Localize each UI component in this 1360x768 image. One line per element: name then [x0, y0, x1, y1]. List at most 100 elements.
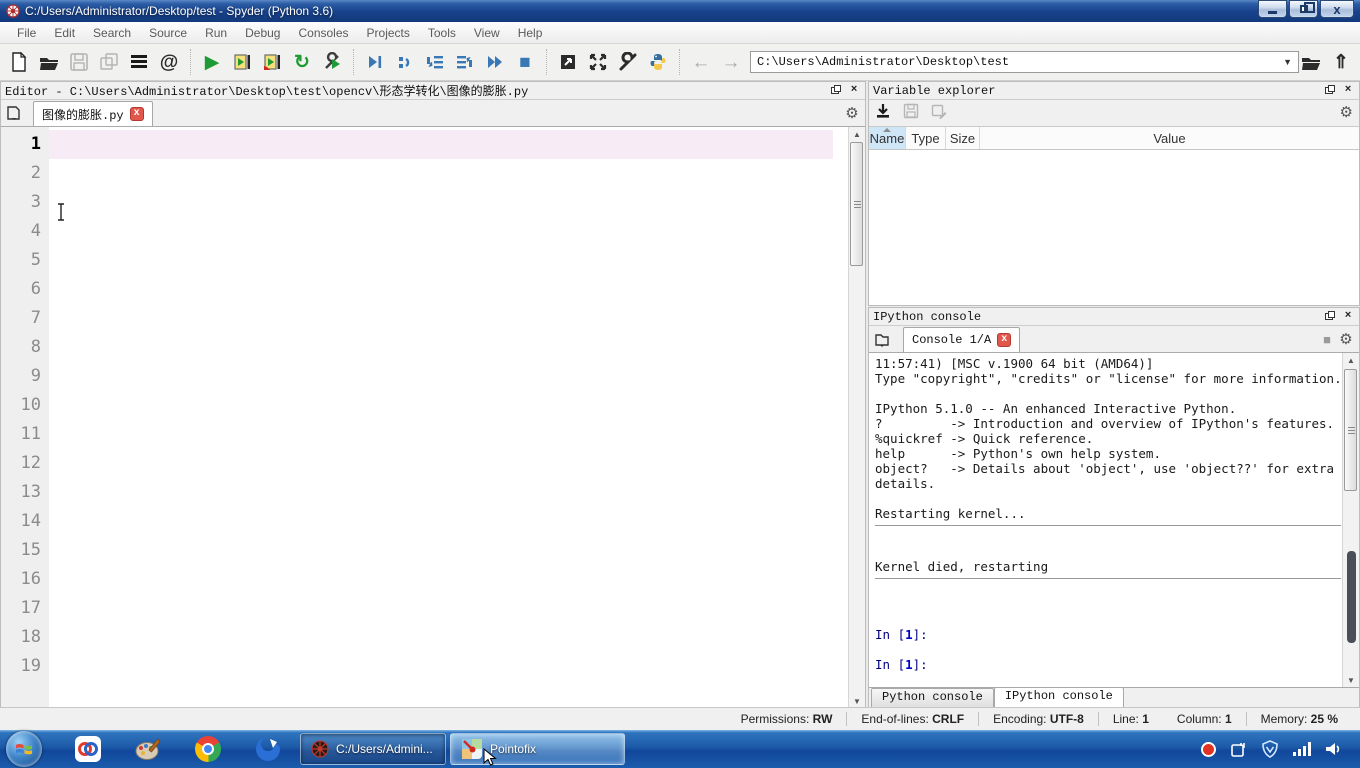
- debug-step-into-button[interactable]: [420, 48, 450, 76]
- volume-tray-icon[interactable]: [1325, 741, 1342, 757]
- open-file-button[interactable]: [34, 48, 64, 76]
- new-file-button[interactable]: [4, 48, 34, 76]
- rerun-button[interactable]: ↻: [287, 48, 317, 76]
- symbol-finder-button[interactable]: @: [154, 48, 184, 76]
- editor-tab[interactable]: 图像的膨胀.py x: [33, 101, 153, 126]
- editor-close-button[interactable]: ×: [847, 85, 861, 97]
- network-signal-tray-icon[interactable]: [1293, 742, 1311, 756]
- line-number-3: 4: [30, 221, 41, 241]
- editor-browse-tabs-button[interactable]: [1, 100, 27, 126]
- debug-step-button[interactable]: [390, 48, 420, 76]
- menu-item-5[interactable]: Debug: [236, 23, 289, 43]
- menu-item-6[interactable]: Consoles: [289, 23, 357, 43]
- quicklaunch-chrome[interactable]: [193, 734, 223, 764]
- run-cell-advance-button[interactable]: [257, 48, 287, 76]
- save-all-button[interactable]: [94, 48, 124, 76]
- quicklaunch-paint[interactable]: [133, 734, 163, 764]
- parent-directory-button[interactable]: ⇑: [1326, 48, 1356, 76]
- variable-table-body[interactable]: [869, 150, 1359, 304]
- editor-vertical-scrollbar[interactable]: ▲ ▼: [848, 127, 865, 708]
- scroll-up-arrow[interactable]: ▲: [1343, 353, 1359, 367]
- column-header-name[interactable]: Name: [869, 127, 906, 149]
- editor-tab-close-button[interactable]: x: [129, 107, 144, 121]
- debug-stop-button[interactable]: ■: [510, 48, 540, 76]
- run-cell-advance-icon: [264, 54, 280, 70]
- column-header-size[interactable]: Size: [946, 127, 980, 149]
- menu-item-8[interactable]: Tools: [419, 23, 465, 43]
- restore-button[interactable]: [1289, 0, 1318, 18]
- line-number-7: 8: [30, 337, 41, 357]
- console-output-area[interactable]: 11:57:41) [MSC v.1900 64 bit (AMD64)] Typ…: [869, 353, 1359, 687]
- power-plug-tray-icon[interactable]: [1230, 741, 1247, 758]
- scroll-down-arrow[interactable]: ▼: [1343, 673, 1359, 687]
- taskbar-button-pointofix[interactable]: Pointofix: [450, 733, 625, 766]
- column-header-type[interactable]: Type: [906, 127, 946, 149]
- maximize-pane-button[interactable]: [553, 48, 583, 76]
- console-browse-tabs-button[interactable]: [869, 326, 895, 352]
- scroll-down-arrow[interactable]: ▼: [849, 694, 865, 708]
- recording-tray-icon[interactable]: [1201, 741, 1216, 757]
- editor-undock-button[interactable]: [828, 85, 842, 97]
- scrollbar-thumb[interactable]: [1344, 369, 1357, 491]
- save-data-as-button[interactable]: [931, 103, 947, 124]
- tab-python-console[interactable]: Python console: [871, 688, 994, 708]
- run-cell-button[interactable]: [227, 48, 257, 76]
- scrollbar-thumb[interactable]: [850, 142, 863, 266]
- file-switcher-button[interactable]: [124, 48, 154, 76]
- import-data-button[interactable]: [875, 103, 891, 124]
- ipython-close-button[interactable]: ×: [1341, 311, 1355, 323]
- browse-directory-button[interactable]: [1296, 48, 1326, 76]
- line-number-6: 7: [30, 308, 41, 328]
- variable-explorer-undock-button[interactable]: [1322, 85, 1336, 97]
- debug-step-out-button[interactable]: [450, 48, 480, 76]
- ipython-console-title: IPython console: [873, 309, 982, 324]
- forward-button[interactable]: →: [716, 48, 746, 76]
- variable-explorer-options-button[interactable]: ⚙: [1340, 104, 1353, 122]
- taskbar-button-spyder[interactable]: C:/Users/Admini...: [300, 733, 446, 765]
- tools-button[interactable]: [613, 48, 643, 76]
- tab-ipython-console[interactable]: IPython console: [993, 687, 1124, 708]
- fullscreen-button[interactable]: [583, 48, 613, 76]
- run-file-button[interactable]: ▶: [197, 48, 227, 76]
- quicklaunch-browser[interactable]: [253, 734, 283, 764]
- console-vertical-scrollbar[interactable]: ▲ ▼: [1342, 353, 1359, 687]
- debug-file-button[interactable]: [360, 48, 390, 76]
- menu-item-0[interactable]: File: [8, 23, 45, 43]
- python-env-button[interactable]: [643, 48, 673, 76]
- menu-item-9[interactable]: View: [465, 23, 509, 43]
- scroll-up-arrow[interactable]: ▲: [849, 127, 865, 141]
- browse-tabs-icon: [7, 106, 20, 120]
- close-button[interactable]: x: [1320, 0, 1354, 18]
- variable-explorer-close-button[interactable]: ×: [1341, 85, 1355, 97]
- quicklaunch-sunlogin[interactable]: [73, 734, 103, 764]
- interrupt-kernel-button[interactable]: ■: [1320, 333, 1334, 346]
- undock-icon: [1325, 311, 1335, 320]
- inner-scrollbar-thumb[interactable]: [1347, 551, 1356, 643]
- browse-tabs-icon: [875, 334, 889, 347]
- ipython-undock-button[interactable]: [1322, 311, 1336, 323]
- back-button[interactable]: ←: [686, 48, 716, 76]
- editor-code-area[interactable]: 1 2 3 4 5 6 7 8 9 10 11 12 13 14 15 16 17 18 19 ▲ ▼: [1, 127, 865, 708]
- menu-item-7[interactable]: Projects: [358, 23, 419, 43]
- start-button[interactable]: [6, 731, 42, 767]
- editor-options-button[interactable]: ⚙: [845, 106, 859, 121]
- maximize-pane-icon: [561, 55, 575, 69]
- save-data-button[interactable]: [903, 103, 919, 124]
- menu-item-3[interactable]: Source: [140, 23, 196, 43]
- console-tab-close-button[interactable]: x: [997, 333, 1012, 347]
- working-directory-input[interactable]: [750, 51, 1300, 73]
- save-button[interactable]: [64, 48, 94, 76]
- run-configuration-button[interactable]: [317, 48, 347, 76]
- security-shield-tray-icon[interactable]: [1261, 740, 1279, 758]
- menu-item-10[interactable]: Help: [509, 23, 552, 43]
- console-tab[interactable]: Console 1/A x: [903, 327, 1021, 352]
- console-options-button[interactable]: ⚙: [1339, 332, 1353, 347]
- menu-item-4[interactable]: Run: [196, 23, 236, 43]
- menu-item-1[interactable]: Edit: [45, 23, 84, 43]
- console-output-line: 11:57:41) [MSC v.1900 64 bit (AMD64)]: [875, 356, 1154, 371]
- column-header-value[interactable]: Value: [980, 127, 1359, 149]
- menu-item-2[interactable]: Search: [84, 23, 140, 43]
- debug-continue-button[interactable]: [480, 48, 510, 76]
- minimize-button[interactable]: [1258, 0, 1287, 18]
